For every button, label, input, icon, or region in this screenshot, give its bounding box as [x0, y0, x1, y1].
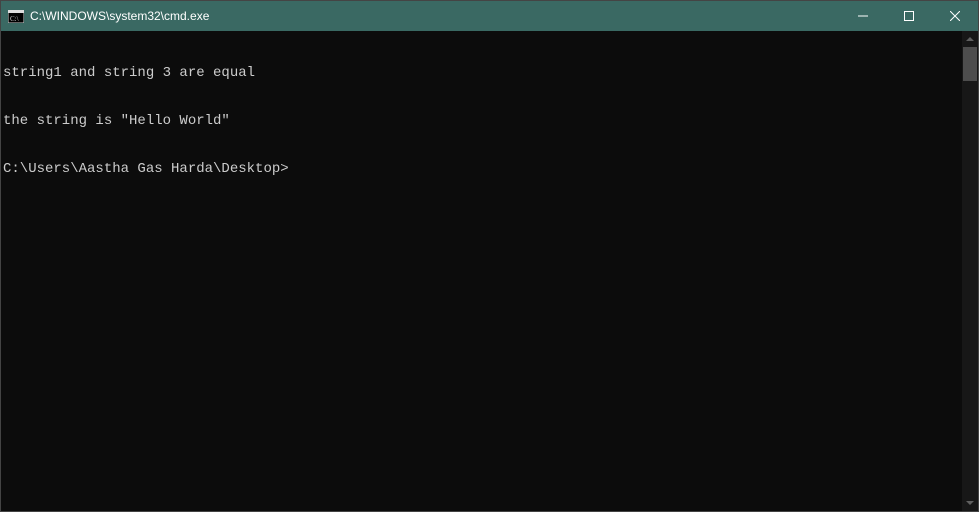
minimize-button[interactable]	[840, 1, 886, 31]
scroll-thumb[interactable]	[963, 47, 977, 81]
terminal-prompt: C:\Users\Aastha Gas Harda\Desktop>	[3, 161, 962, 177]
terminal-content[interactable]: string1 and string 3 are equal the strin…	[1, 31, 962, 511]
scrollbar[interactable]	[962, 31, 978, 511]
maximize-button[interactable]	[886, 1, 932, 31]
window-title: C:\WINDOWS\system32\cmd.exe	[30, 9, 840, 23]
window-controls	[840, 1, 978, 31]
scroll-down-arrow[interactable]	[962, 495, 978, 511]
terminal-line: string1 and string 3 are equal	[3, 65, 962, 81]
svg-text:C:\: C:\	[10, 15, 19, 23]
cmd-icon: C:\	[8, 9, 24, 23]
terminal-body: string1 and string 3 are equal the strin…	[1, 31, 978, 511]
close-button[interactable]	[932, 1, 978, 31]
terminal-line: the string is "Hello World"	[3, 113, 962, 129]
titlebar[interactable]: C:\ C:\WINDOWS\system32\cmd.exe	[1, 1, 978, 31]
scroll-up-arrow[interactable]	[962, 31, 978, 47]
